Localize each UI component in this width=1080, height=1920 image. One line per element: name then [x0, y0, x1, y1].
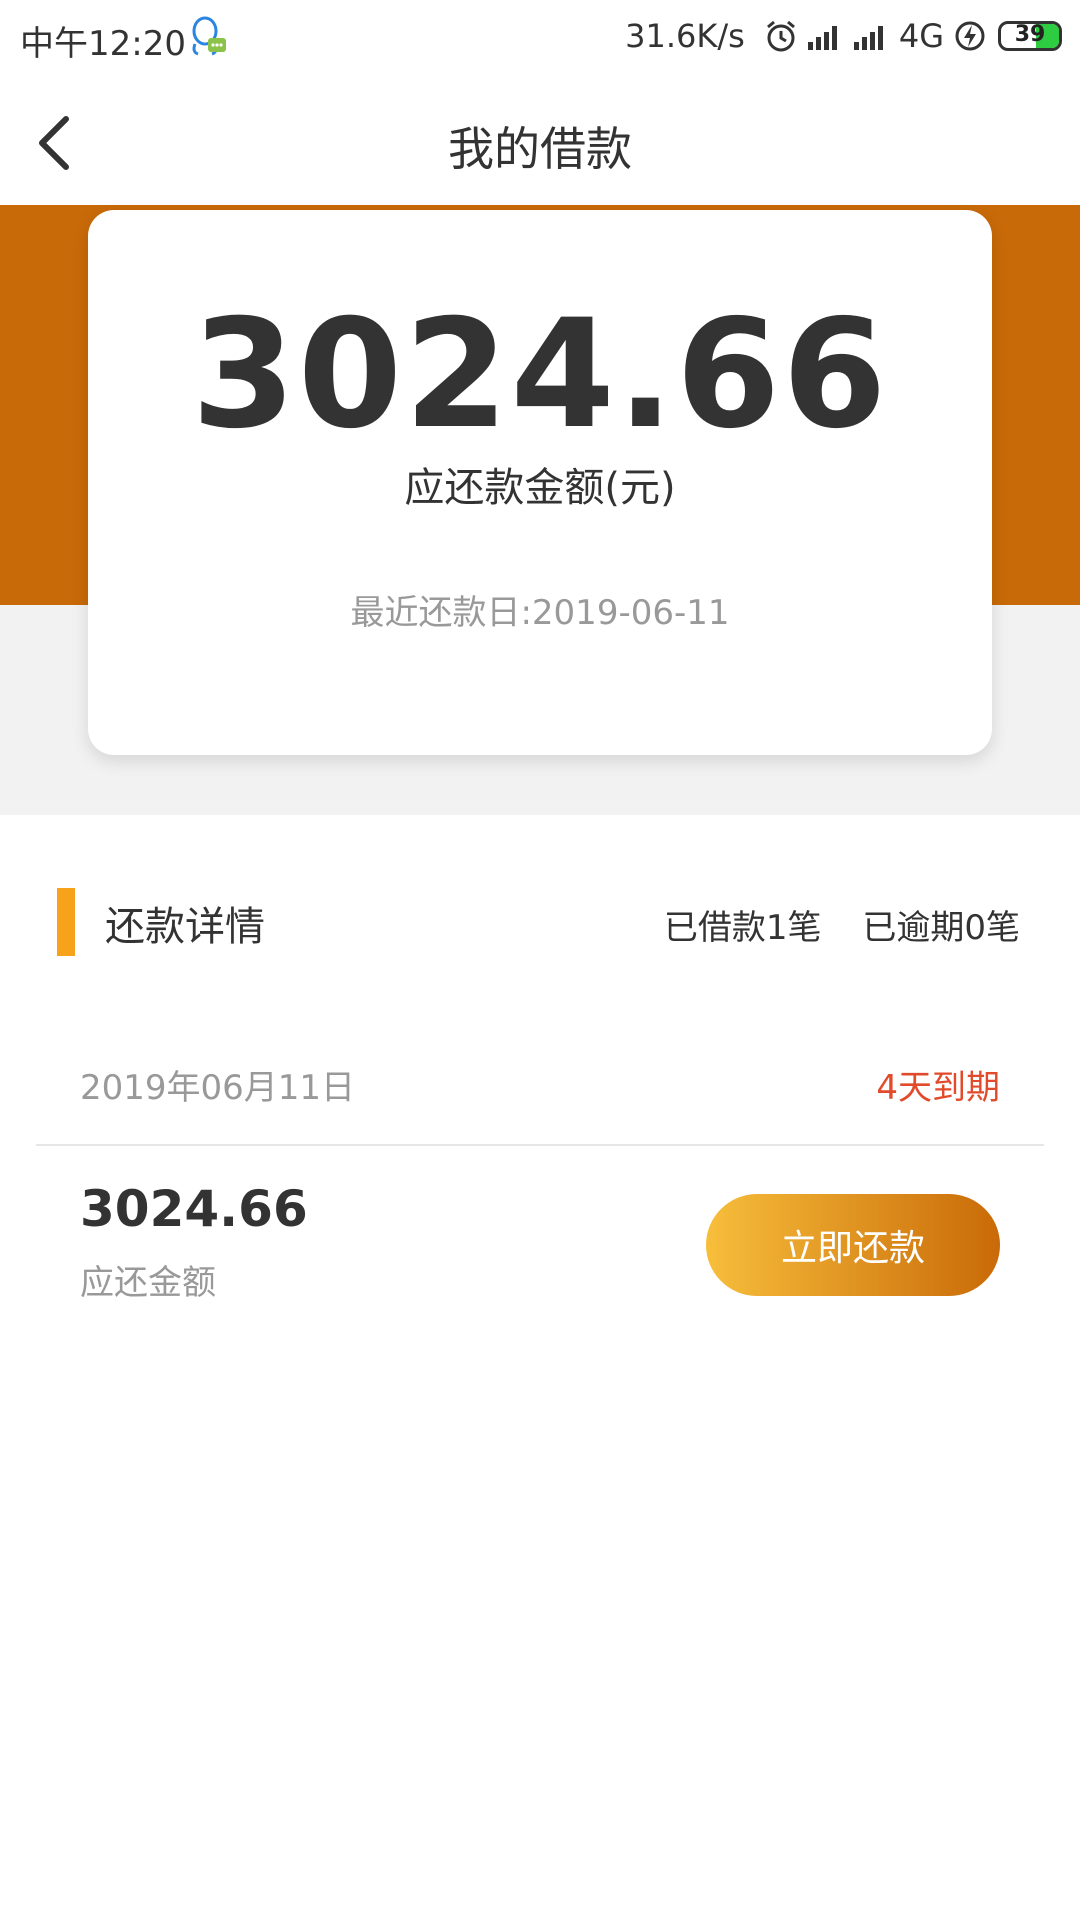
qq-notification-icon: [188, 14, 228, 58]
total-amount: 3024.66: [191, 288, 889, 462]
recent-repayment-date: 最近还款日:2019-06-11: [350, 593, 730, 633]
status-time: 中午12:20: [20, 24, 186, 64]
due-date: 2019年06月11日: [80, 1068, 356, 1108]
charging-icon: [954, 19, 986, 53]
title-bar: 我的借款: [0, 75, 1080, 205]
due-status: 4天到期: [876, 1068, 1000, 1108]
page-title: 我的借款: [448, 122, 632, 176]
borrowed-count: 已借款1笔: [663, 908, 822, 948]
signal-icon: [807, 22, 843, 50]
overdue-count: 已逾期0笔: [862, 908, 1020, 948]
status-bar: 中午12:20 31.6K/s 4G 39: [0, 0, 1080, 75]
payment-amount: 3024.66: [80, 1180, 308, 1238]
network-speed: 31.6K/s: [625, 17, 745, 55]
alarm-icon: [765, 19, 797, 53]
summary-card: 3024.66 应还款金额(元) 最近还款日:2019-06-11: [88, 210, 992, 755]
battery-icon: 39: [998, 21, 1062, 51]
total-amount-label: 应还款金额(元): [404, 465, 676, 511]
due-row: 2019年06月11日 4天到期: [36, 1040, 1044, 1146]
payment-amount-label: 应还金额: [80, 1263, 216, 1303]
loan-counts: 已借款1笔 已逾期0笔: [634, 900, 1020, 949]
repay-now-button[interactable]: 立即还款: [706, 1194, 1000, 1296]
details-header: 还款详情 已借款1笔 已逾期0笔: [0, 880, 1080, 960]
signal-icon: [853, 22, 889, 50]
network-type: 4G: [898, 17, 944, 55]
payment-row: 3024.66 应还金额 立即还款: [36, 1150, 1044, 1320]
section-accent-bar: [57, 888, 75, 956]
status-right: 31.6K/s 4G 39: [625, 16, 1062, 56]
details-title: 还款详情: [105, 904, 265, 950]
battery-level: 39: [1014, 22, 1046, 47]
